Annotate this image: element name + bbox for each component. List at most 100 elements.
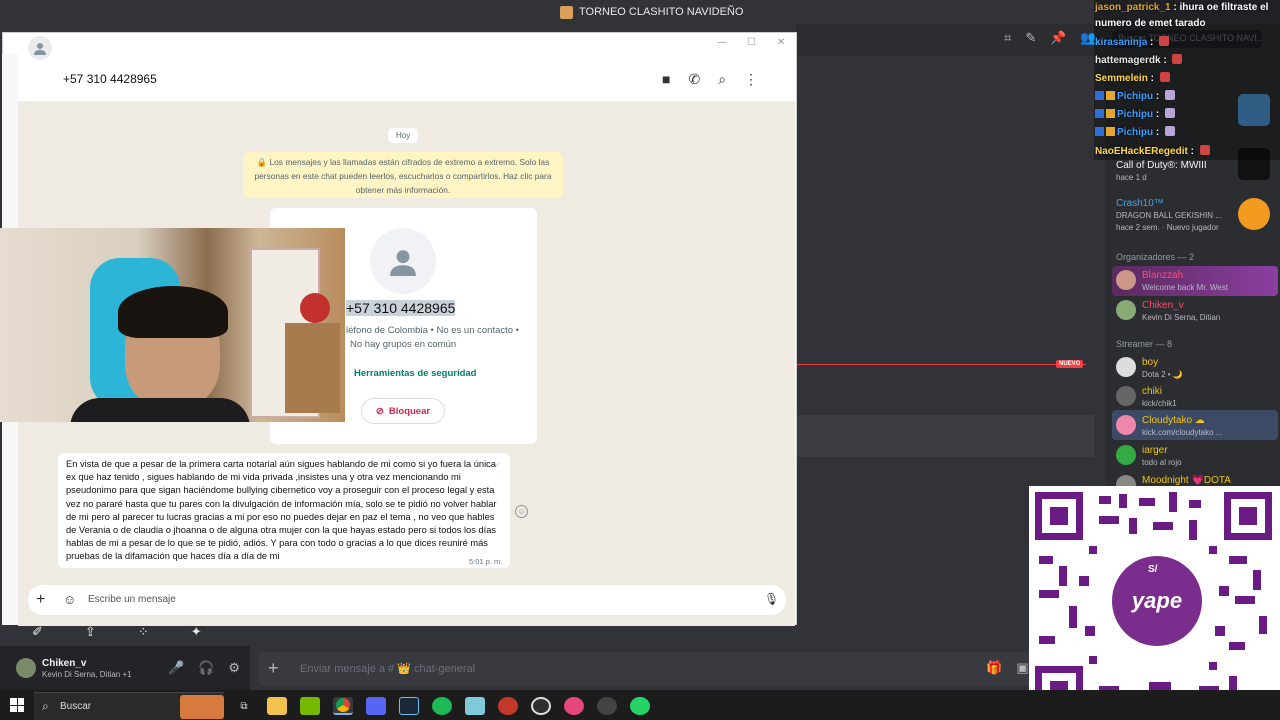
obs-icon[interactable]	[531, 697, 551, 715]
member-name: Crash10™	[1116, 198, 1164, 209]
steam-icon[interactable]	[399, 697, 419, 715]
contact-avatar[interactable]	[28, 36, 52, 60]
member-name: Cloudytako ☁	[1142, 415, 1205, 426]
chat-user: kirasaninja	[1095, 37, 1148, 48]
avatar	[1116, 270, 1136, 290]
member-name: Blanzzah	[1142, 270, 1184, 281]
streamer-item[interactable]: iarger todo al rojo	[1116, 445, 1182, 468]
task-view-icon[interactable]: ⧉	[234, 697, 254, 715]
security-tools-link[interactable]: Herramientas de seguridad	[354, 368, 477, 379]
share-icon[interactable]: ⇪	[85, 624, 96, 640]
member-item[interactable]: Call of Duty®: MWIII hace 1 d	[1116, 160, 1207, 183]
member-status: kick.com/cloudytako ...	[1142, 428, 1223, 437]
yape-brand: yape	[1131, 588, 1183, 613]
add-attachment-icon[interactable]: +	[268, 658, 279, 679]
server-icon	[560, 5, 573, 19]
maximize-icon[interactable]: ☐	[747, 37, 756, 48]
member-status: kick/chik1	[1142, 399, 1177, 408]
search-highlight-image	[180, 695, 224, 719]
mute-icon[interactable]: ✐	[32, 624, 43, 640]
organizer-item[interactable]: Blanzzah Welcome back Mr. West	[1116, 270, 1228, 293]
mute-icon[interactable]: ✎	[1025, 30, 1036, 46]
more-options-icon[interactable]: ⋮	[744, 71, 758, 88]
settings-gear-icon[interactable]: ⚙	[228, 660, 240, 676]
organizer-item[interactable]: Chiken_v Kevin Di Serna, Ditian	[1116, 300, 1220, 323]
card-info: léfono de Colombia • No es un contacto •…	[346, 324, 519, 352]
gif-icon[interactable]: ▣	[1016, 660, 1028, 676]
spotify-icon[interactable]	[432, 697, 452, 715]
app-icon[interactable]	[597, 697, 617, 715]
nvidia-icon[interactable]	[300, 697, 320, 715]
chat-text: numero de emet tarado	[1095, 18, 1206, 29]
member-item[interactable]: Crash10™ DRAGON BALL GEKISHIN ...	[1116, 198, 1222, 221]
search-icon[interactable]: ⌕	[718, 71, 726, 88]
discord-icon[interactable]	[366, 697, 386, 715]
block-label: Bloquear	[388, 405, 431, 417]
chat-user: NaoEHackERegedit	[1095, 146, 1188, 157]
video-call-icon[interactable]: ■	[662, 71, 670, 88]
file-explorer-icon[interactable]	[267, 697, 287, 715]
itunes-icon[interactable]	[564, 697, 584, 715]
phone-icon[interactable]: ✆	[688, 71, 700, 88]
contact-card-avatar	[370, 228, 436, 294]
user-name: Chiken_v	[42, 658, 87, 669]
overlay-chat-line: Semmelein :	[1095, 72, 1170, 84]
streamer-item[interactable]: boy Dota 2 • 🌙	[1116, 357, 1183, 380]
windows-start-icon[interactable]	[10, 698, 24, 712]
card-info-line: No hay grupos en común	[350, 339, 457, 350]
discord-input-placeholder: Enviar mensaje a # 👑 chat-general	[300, 663, 476, 675]
user-controls: 🎤 🎧 ⚙	[168, 660, 240, 676]
threads-icon[interactable]: ⌗	[1004, 30, 1011, 46]
wa-titlebar	[3, 33, 796, 55]
chat-user: Pichipu	[1117, 127, 1154, 138]
member-name: Call of Duty®: MWIII	[1116, 160, 1207, 171]
chrome-icon[interactable]	[333, 697, 353, 715]
pin-icon[interactable]: 📌	[1050, 30, 1066, 46]
chevron-down-icon[interactable]: ⌵	[493, 458, 500, 469]
game-app-icon[interactable]	[498, 697, 518, 715]
encryption-notice[interactable]: 🔒 Los mensajes y las llamadas están cifr…	[243, 152, 563, 198]
chat-user: Semmelein	[1095, 73, 1148, 84]
close-icon[interactable]: ✕	[777, 37, 785, 48]
gift-icon[interactable]: 🎁	[986, 660, 1002, 676]
member-status: hace 1 d	[1116, 173, 1147, 182]
chat-header-actions: ■ ✆ ⌕ ⋮	[662, 71, 758, 88]
avatar	[1116, 357, 1136, 377]
message-bubble[interactable]: En vista de que a pesar de la primera ca…	[58, 453, 510, 568]
overlay-chat-line: numero de emet tarado	[1095, 18, 1206, 29]
member-status: hace 2 sem. · Nuevo jugador	[1116, 223, 1219, 232]
badge-icon	[1095, 109, 1104, 118]
minimize-icon[interactable]: —	[717, 37, 727, 48]
emote-icon	[1165, 90, 1176, 100]
activity-icon[interactable]: ✦	[191, 624, 202, 640]
message-input-placeholder: Escribe un mensaje	[88, 594, 176, 605]
window-title-text: TORNEO CLASHITO NAVIDEÑO	[579, 6, 744, 18]
headphones-icon[interactable]: 🎧	[198, 660, 214, 676]
whatsapp-icon[interactable]	[630, 697, 650, 715]
box	[285, 323, 340, 413]
attach-plus-icon[interactable]: +	[36, 591, 45, 609]
user-avatar[interactable]	[16, 658, 36, 678]
discord-message-input[interactable]: + Enviar mensaje a # 👑 chat-general 🎁▣☺	[258, 652, 1056, 686]
overlay-chat-line: Pichipu :	[1095, 126, 1176, 138]
emoji-icon[interactable]: ☺	[63, 592, 76, 607]
dragonball-icon	[1238, 198, 1270, 230]
notepad-icon[interactable]	[465, 697, 485, 715]
contact-number[interactable]: +57 310 4428965	[63, 72, 157, 86]
mic-icon[interactable]: 🎤	[168, 660, 184, 676]
member-name: boy	[1142, 357, 1159, 368]
discord-header-icons: ⌗ ✎ 📌 👥	[1004, 30, 1097, 46]
microphone-icon[interactable]: 🎙	[764, 592, 779, 606]
react-emoji-icon[interactable]: ☺	[515, 505, 528, 518]
message-time: 5:01 p. m.	[469, 557, 503, 566]
overlay-chat-line: jason_patrick_1 : ihura oe filtraste el	[1095, 2, 1269, 13]
streamer-item[interactable]: chiki kick/chik1	[1116, 386, 1177, 409]
streamer-section: Streamer — 8	[1116, 339, 1173, 349]
block-button[interactable]: ⊘ Bloquear	[361, 398, 445, 424]
overlay-chat-line: Pichipu :	[1095, 108, 1176, 120]
apps-icon[interactable]: ⁘	[138, 624, 149, 640]
chat-user: jason_patrick_1	[1095, 2, 1171, 13]
member-name: Chiken_v	[1142, 300, 1184, 311]
taskbar-search[interactable]: ⌕ Buscar	[34, 692, 224, 720]
streamer-item[interactable]: Cloudytako ☁ kick.com/cloudytako ...	[1116, 415, 1222, 438]
